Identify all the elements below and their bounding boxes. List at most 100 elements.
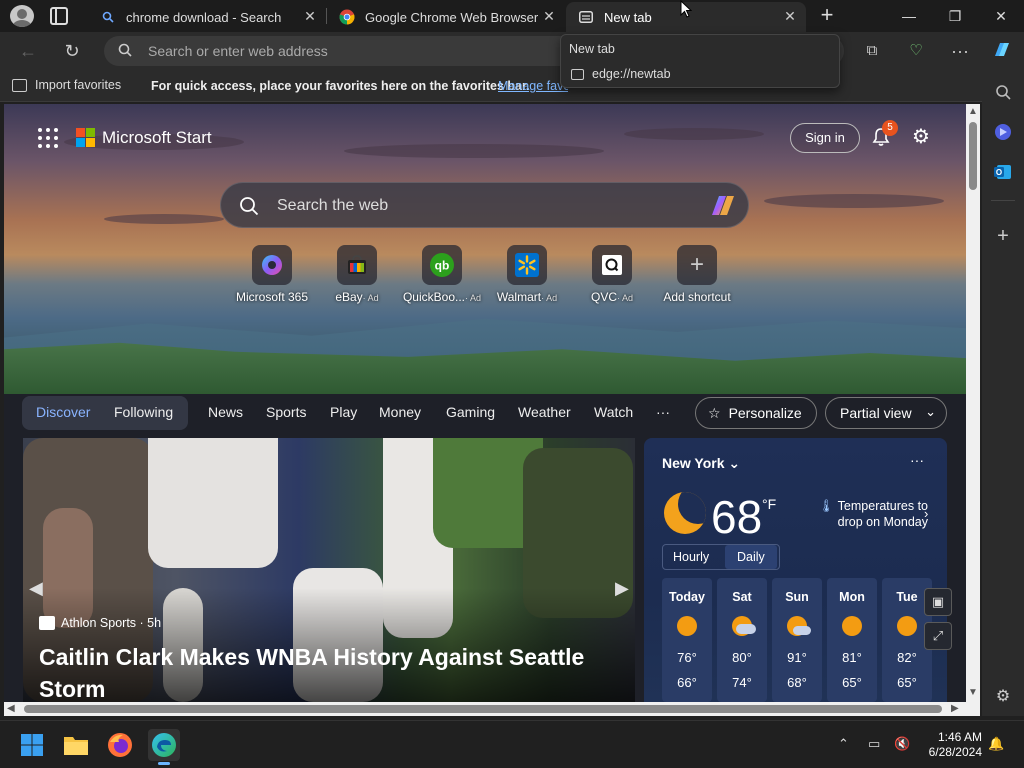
shortcut-label: eBay xyxy=(335,290,363,304)
clock-date: 6/28/2024 xyxy=(928,745,982,759)
nav-weather[interactable]: Weather xyxy=(518,404,571,420)
personalize-sparkle-icon: ☆ xyxy=(708,404,721,421)
shortcut-add[interactable]: + Add shortcut xyxy=(654,245,740,304)
sun-icon xyxy=(897,616,917,636)
refresh-icon[interactable]: ↻ xyxy=(60,39,84,63)
copilot-sidebar-icon[interactable] xyxy=(991,120,1015,144)
web-search-box[interactable] xyxy=(220,182,749,228)
partial-view-dropdown[interactable]: Partial view ⌄ xyxy=(825,397,947,429)
windows-start-icon[interactable] xyxy=(16,729,48,761)
weather-daily-tab[interactable]: Daily xyxy=(725,545,777,569)
forecast-day[interactable]: Sun 91° 68° xyxy=(772,578,822,702)
scroll-right-icon[interactable]: ▶ xyxy=(951,703,959,714)
sun-icon xyxy=(677,616,697,636)
shortcut-label: QVC xyxy=(590,290,617,304)
chevron-down-icon: ⌄ xyxy=(925,404,936,419)
tab-search[interactable]: chrome download - Search ✕ xyxy=(88,2,326,32)
horizontal-scroll-thumb[interactable] xyxy=(24,705,942,713)
show-hidden-icons-chevron-icon[interactable]: ⌃ xyxy=(838,736,849,752)
app-launcher-icon[interactable] xyxy=(38,128,58,148)
shortcut-label: Walmart xyxy=(496,290,542,304)
sign-in-button[interactable]: Sign in xyxy=(790,123,860,153)
nav-play[interactable]: Play xyxy=(330,404,357,420)
forecast-day[interactable]: Today 76° 66° xyxy=(662,578,712,702)
expand-icon[interactable]: ⤢ xyxy=(924,622,952,650)
back-arrow-icon[interactable]: ← xyxy=(16,39,40,63)
close-tab-icon[interactable]: ✕ xyxy=(302,8,318,25)
tab-actions-icon[interactable] xyxy=(50,7,68,25)
add-shortcut-plus-icon: + xyxy=(677,245,717,285)
background-image-icon[interactable]: ▣ xyxy=(924,588,952,616)
tab-hover-card: New tab edge://newtab xyxy=(560,34,840,88)
copilot-icon[interactable] xyxy=(990,39,1014,63)
chevron-right-icon[interactable]: › xyxy=(924,506,928,521)
add-sidebar-app-icon[interactable]: + xyxy=(991,224,1015,248)
network-icon[interactable]: ▭ xyxy=(868,736,880,752)
vertical-scroll-thumb[interactable] xyxy=(969,122,977,190)
shortcut-quickbooks[interactable]: qb QuickBoo...· Ad xyxy=(399,245,485,304)
scroll-down-icon[interactable]: ▼ xyxy=(968,687,978,698)
file-explorer-icon[interactable] xyxy=(60,729,92,761)
page-settings-gear-icon[interactable]: ⚙ xyxy=(910,126,932,148)
volume-muted-icon[interactable]: 🔇 xyxy=(894,736,910,752)
weather-unit[interactable]: °F xyxy=(762,496,776,512)
weather-more-options-icon[interactable]: ··· xyxy=(910,452,924,468)
scroll-up-icon[interactable]: ▲ xyxy=(968,106,978,117)
weather-card[interactable]: New York ⌄ ··· 68 °F 🌡 Temperatures to d… xyxy=(644,438,947,702)
restore-icon[interactable]: ❐ xyxy=(940,4,970,28)
tab-chrome[interactable]: Google Chrome Web Browser ✕ xyxy=(327,2,565,32)
forecast-day[interactable]: Mon 81° 65° xyxy=(827,578,877,702)
web-search-input[interactable] xyxy=(277,195,677,217)
import-favorites-button[interactable]: Import favorites xyxy=(12,78,121,92)
shortcut-qvc[interactable]: QVC· Ad xyxy=(569,245,655,304)
manage-favorites-link[interactable]: Manage favorites xyxy=(498,79,568,93)
more-options-icon[interactable]: ··· xyxy=(948,39,972,63)
weather-alert[interactable]: 🌡 Temperatures to drop on Monday xyxy=(812,498,928,530)
minimize-icon[interactable]: — xyxy=(894,4,924,28)
nav-news[interactable]: News xyxy=(208,404,243,420)
shortcut-microsoft-365[interactable]: Microsoft 365 xyxy=(229,245,315,304)
shortcut-label: Add shortcut xyxy=(663,290,731,304)
collections-icon[interactable]: ⧉ xyxy=(860,39,884,63)
sidebar-search-icon[interactable] xyxy=(991,80,1015,104)
browser-essentials-icon[interactable]: ♡ xyxy=(904,39,928,63)
close-tab-icon[interactable]: ✕ xyxy=(782,8,798,25)
scroll-left-icon[interactable]: ◀ xyxy=(7,703,15,714)
tab-discover[interactable]: Discover xyxy=(36,404,90,420)
forecast-day[interactable]: Sat 80° 74° xyxy=(717,578,767,702)
sidebar-settings-icon[interactable]: ⚙ xyxy=(991,684,1015,708)
shortcut-ebay[interactable]: eBay· Ad xyxy=(314,245,400,304)
news-headline[interactable]: Caitlin Clark Makes WNBA History Against… xyxy=(39,641,619,702)
close-window-icon[interactable]: ✕ xyxy=(986,4,1016,28)
vertical-scrollbar[interactable]: ▲ ▼ xyxy=(966,104,980,702)
news-hero-card[interactable]: ◀ ▶ Athlon Sports · 5h Caitlin Clark Mak… xyxy=(23,438,635,702)
shortcut-walmart[interactable]: Walmart· Ad xyxy=(484,245,570,304)
carousel-prev-icon[interactable]: ◀ xyxy=(29,578,43,599)
nav-money[interactable]: Money xyxy=(379,404,421,420)
taskbar-clock[interactable]: 1:46 AM 6/28/2024 xyxy=(918,730,982,760)
weather-hourly-tab[interactable]: Hourly xyxy=(673,550,709,564)
nav-gaming[interactable]: Gaming xyxy=(446,404,495,420)
horizontal-scrollbar[interactable]: ◀ ▶ xyxy=(4,702,966,716)
sidebar-divider xyxy=(991,200,1015,201)
outlook-icon[interactable]: O xyxy=(991,160,1015,184)
profile-avatar[interactable] xyxy=(10,5,34,27)
carousel-next-icon[interactable]: ▶ xyxy=(615,578,629,599)
firefox-icon[interactable] xyxy=(104,729,136,761)
search-icon xyxy=(240,197,259,216)
copilot-search-icon[interactable] xyxy=(709,193,737,219)
personalize-button[interactable]: ☆ Personalize xyxy=(695,397,817,429)
tab-title: New tab xyxy=(604,9,652,25)
tab-following[interactable]: Following xyxy=(114,404,173,420)
ms-start-brand[interactable]: Microsoft Start xyxy=(102,128,212,148)
quickbooks-icon: qb xyxy=(422,245,462,285)
notification-bell-icon[interactable]: 🔔 xyxy=(988,736,1004,752)
nav-watch[interactable]: Watch xyxy=(594,404,633,420)
nav-more[interactable]: ··· xyxy=(656,404,670,420)
edge-taskbar-icon[interactable] xyxy=(148,729,180,765)
weather-city[interactable]: New York ⌄ xyxy=(662,455,740,472)
sun-icon xyxy=(842,616,862,636)
nav-sports[interactable]: Sports xyxy=(266,404,306,420)
close-tab-icon[interactable]: ✕ xyxy=(541,8,557,25)
new-tab-plus-icon[interactable]: + xyxy=(816,4,838,27)
